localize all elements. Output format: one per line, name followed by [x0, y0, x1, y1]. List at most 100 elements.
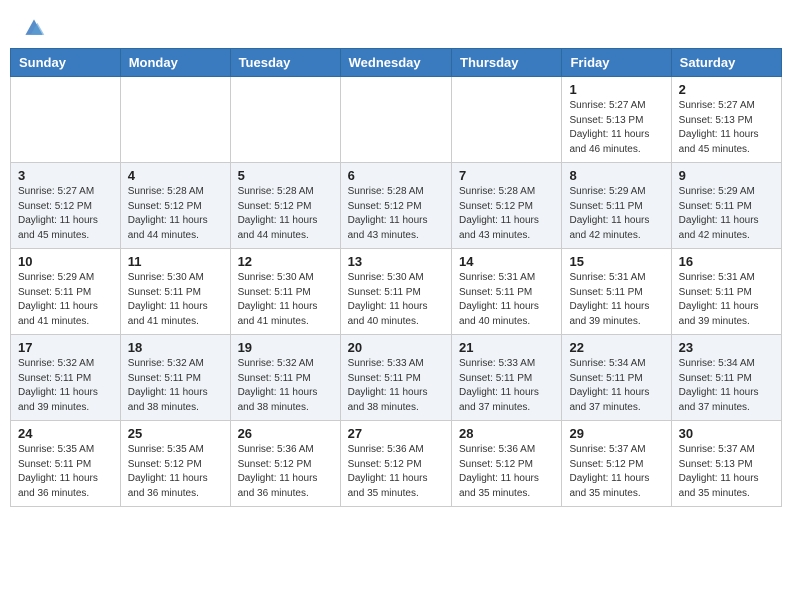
day-info: Sunrise: 5:27 AM Sunset: 5:13 PM Dayligh…: [569, 99, 663, 157]
calendar-cell: 28 Sunrise: 5:36 AM Sunset: 5:12 PM Dayli…: [452, 421, 562, 507]
day-info: Sunrise: 5:27 AM Sunset: 5:12 PM Dayligh…: [18, 185, 113, 243]
calendar-week-row: 10Sunrise: 5:29 AM Sunset: 5:11 PM Dayli…: [11, 249, 782, 335]
day-number: 24: [18, 426, 113, 441]
logo: [20, 16, 46, 40]
day-info: Sunrise: 5:28 AM Sunset: 5:12 PM Dayligh…: [238, 185, 333, 243]
calendar-day-header: Monday: [120, 49, 230, 77]
day-number: 27: [348, 426, 444, 441]
day-number: 1: [569, 82, 663, 97]
day-info: Sunrise: 5:32 AM Sunset: 5:11 PM Dayligh…: [238, 357, 333, 415]
day-number: 4: [128, 168, 223, 183]
day-number: 20: [348, 340, 444, 355]
day-number: 10: [18, 254, 113, 269]
calendar-wrapper: SundayMondayTuesdayWednesdayThursdayFrid…: [0, 48, 792, 517]
calendar-cell: [120, 77, 230, 163]
calendar-cell: 5 Sunrise: 5:28 AM Sunset: 5:12 PM Daylig…: [230, 163, 340, 249]
calendar-day-header: Saturday: [671, 49, 781, 77]
day-info: Sunrise: 5:33 AM Sunset: 5:11 PM Dayligh…: [459, 357, 554, 415]
calendar-header-row: SundayMondayTuesdayWednesdayThursdayFrid…: [11, 49, 782, 77]
day-info: Sunrise: 5:32 AM Sunset: 5:11 PM Dayligh…: [18, 357, 113, 415]
day-number: 19: [238, 340, 333, 355]
day-info: Sunrise: 5:30 AM Sunset: 5:11 PM Dayligh…: [238, 271, 333, 329]
day-number: 7: [459, 168, 554, 183]
day-number: 25: [128, 426, 223, 441]
logo-icon: [22, 16, 46, 40]
day-info: Sunrise: 5:34 AM Sunset: 5:11 PM Dayligh…: [679, 357, 774, 415]
day-number: 6: [348, 168, 444, 183]
day-number: 22: [569, 340, 663, 355]
day-info: Sunrise: 5:35 AM Sunset: 5:12 PM Dayligh…: [128, 443, 223, 501]
calendar-cell: [11, 77, 121, 163]
day-number: 9: [679, 168, 774, 183]
calendar-cell: 24 Sunrise: 5:35 AM Sunset: 5:11 PM Dayli…: [11, 421, 121, 507]
day-info: Sunrise: 5:28 AM Sunset: 5:12 PM Dayligh…: [128, 185, 223, 243]
calendar-cell: [340, 77, 451, 163]
calendar-cell: 29 Sunrise: 5:37 AM Sunset: 5:12 PM Dayli…: [562, 421, 671, 507]
day-info: Sunrise: 5:37 AM Sunset: 5:13 PM Dayligh…: [679, 443, 774, 501]
day-number: 29: [569, 426, 663, 441]
calendar-cell: 20 Sunrise: 5:33 AM Sunset: 5:11 PM Dayli…: [340, 335, 451, 421]
day-info: Sunrise: 5:36 AM Sunset: 5:12 PM Dayligh…: [238, 443, 333, 501]
calendar-table: SundayMondayTuesdayWednesdayThursdayFrid…: [10, 48, 782, 507]
day-info: Sunrise: 5:30 AM Sunset: 5:11 PM Dayligh…: [128, 271, 223, 329]
page-header: [0, 0, 792, 48]
calendar-cell: 16Sunrise: 5:31 AM Sunset: 5:11 PM Dayli…: [671, 249, 781, 335]
calendar-cell: 25 Sunrise: 5:35 AM Sunset: 5:12 PM Dayli…: [120, 421, 230, 507]
day-number: 5: [238, 168, 333, 183]
day-info: Sunrise: 5:28 AM Sunset: 5:12 PM Dayligh…: [348, 185, 444, 243]
calendar-cell: 13 Sunrise: 5:30 AM Sunset: 5:11 PM Dayli…: [340, 249, 451, 335]
calendar-cell: 7 Sunrise: 5:28 AM Sunset: 5:12 PM Daylig…: [452, 163, 562, 249]
calendar-cell: 21 Sunrise: 5:33 AM Sunset: 5:11 PM Dayli…: [452, 335, 562, 421]
calendar-cell: 15 Sunrise: 5:31 AM Sunset: 5:11 PM Dayli…: [562, 249, 671, 335]
calendar-cell: [230, 77, 340, 163]
day-number: 15: [569, 254, 663, 269]
day-info: Sunrise: 5:33 AM Sunset: 5:11 PM Dayligh…: [348, 357, 444, 415]
calendar-day-header: Tuesday: [230, 49, 340, 77]
day-info: Sunrise: 5:36 AM Sunset: 5:12 PM Dayligh…: [459, 443, 554, 501]
day-info: Sunrise: 5:35 AM Sunset: 5:11 PM Dayligh…: [18, 443, 113, 501]
calendar-cell: 8 Sunrise: 5:29 AM Sunset: 5:11 PM Daylig…: [562, 163, 671, 249]
day-info: Sunrise: 5:28 AM Sunset: 5:12 PM Dayligh…: [459, 185, 554, 243]
day-info: Sunrise: 5:37 AM Sunset: 5:12 PM Dayligh…: [569, 443, 663, 501]
day-number: 12: [238, 254, 333, 269]
calendar-day-header: Sunday: [11, 49, 121, 77]
calendar-cell: 12 Sunrise: 5:30 AM Sunset: 5:11 PM Dayli…: [230, 249, 340, 335]
calendar-day-header: Friday: [562, 49, 671, 77]
day-info: Sunrise: 5:27 AM Sunset: 5:13 PM Dayligh…: [679, 99, 774, 157]
day-number: 8: [569, 168, 663, 183]
day-info: Sunrise: 5:31 AM Sunset: 5:11 PM Dayligh…: [569, 271, 663, 329]
calendar-day-header: Wednesday: [340, 49, 451, 77]
calendar-cell: 9 Sunrise: 5:29 AM Sunset: 5:11 PM Daylig…: [671, 163, 781, 249]
day-number: 17: [18, 340, 113, 355]
calendar-cell: [452, 77, 562, 163]
calendar-day-header: Thursday: [452, 49, 562, 77]
calendar-cell: 6 Sunrise: 5:28 AM Sunset: 5:12 PM Daylig…: [340, 163, 451, 249]
day-info: Sunrise: 5:32 AM Sunset: 5:11 PM Dayligh…: [128, 357, 223, 415]
day-number: 2: [679, 82, 774, 97]
day-number: 28: [459, 426, 554, 441]
day-number: 14: [459, 254, 554, 269]
calendar-cell: 14 Sunrise: 5:31 AM Sunset: 5:11 PM Dayli…: [452, 249, 562, 335]
day-info: Sunrise: 5:30 AM Sunset: 5:11 PM Dayligh…: [348, 271, 444, 329]
day-number: 18: [128, 340, 223, 355]
day-number: 11: [128, 254, 223, 269]
calendar-cell: 23Sunrise: 5:34 AM Sunset: 5:11 PM Dayli…: [671, 335, 781, 421]
day-info: Sunrise: 5:29 AM Sunset: 5:11 PM Dayligh…: [679, 185, 774, 243]
calendar-cell: 19 Sunrise: 5:32 AM Sunset: 5:11 PM Dayli…: [230, 335, 340, 421]
day-number: 13: [348, 254, 444, 269]
day-info: Sunrise: 5:29 AM Sunset: 5:11 PM Dayligh…: [569, 185, 663, 243]
day-info: Sunrise: 5:34 AM Sunset: 5:11 PM Dayligh…: [569, 357, 663, 415]
calendar-cell: 30Sunrise: 5:37 AM Sunset: 5:13 PM Dayli…: [671, 421, 781, 507]
calendar-cell: 3Sunrise: 5:27 AM Sunset: 5:12 PM Daylig…: [11, 163, 121, 249]
day-number: 26: [238, 426, 333, 441]
day-number: 21: [459, 340, 554, 355]
calendar-cell: 27Sunrise: 5:36 AM Sunset: 5:12 PM Dayli…: [340, 421, 451, 507]
calendar-week-row: 3Sunrise: 5:27 AM Sunset: 5:12 PM Daylig…: [11, 163, 782, 249]
calendar-cell: 10Sunrise: 5:29 AM Sunset: 5:11 PM Dayli…: [11, 249, 121, 335]
calendar-cell: 11 Sunrise: 5:30 AM Sunset: 5:11 PM Dayli…: [120, 249, 230, 335]
calendar-cell: 2 Sunrise: 5:27 AM Sunset: 5:13 PM Daylig…: [671, 77, 781, 163]
calendar-week-row: 1 Sunrise: 5:27 AM Sunset: 5:13 PM Daylig…: [11, 77, 782, 163]
day-info: Sunrise: 5:31 AM Sunset: 5:11 PM Dayligh…: [459, 271, 554, 329]
day-info: Sunrise: 5:31 AM Sunset: 5:11 PM Dayligh…: [679, 271, 774, 329]
calendar-cell: 4 Sunrise: 5:28 AM Sunset: 5:12 PM Daylig…: [120, 163, 230, 249]
